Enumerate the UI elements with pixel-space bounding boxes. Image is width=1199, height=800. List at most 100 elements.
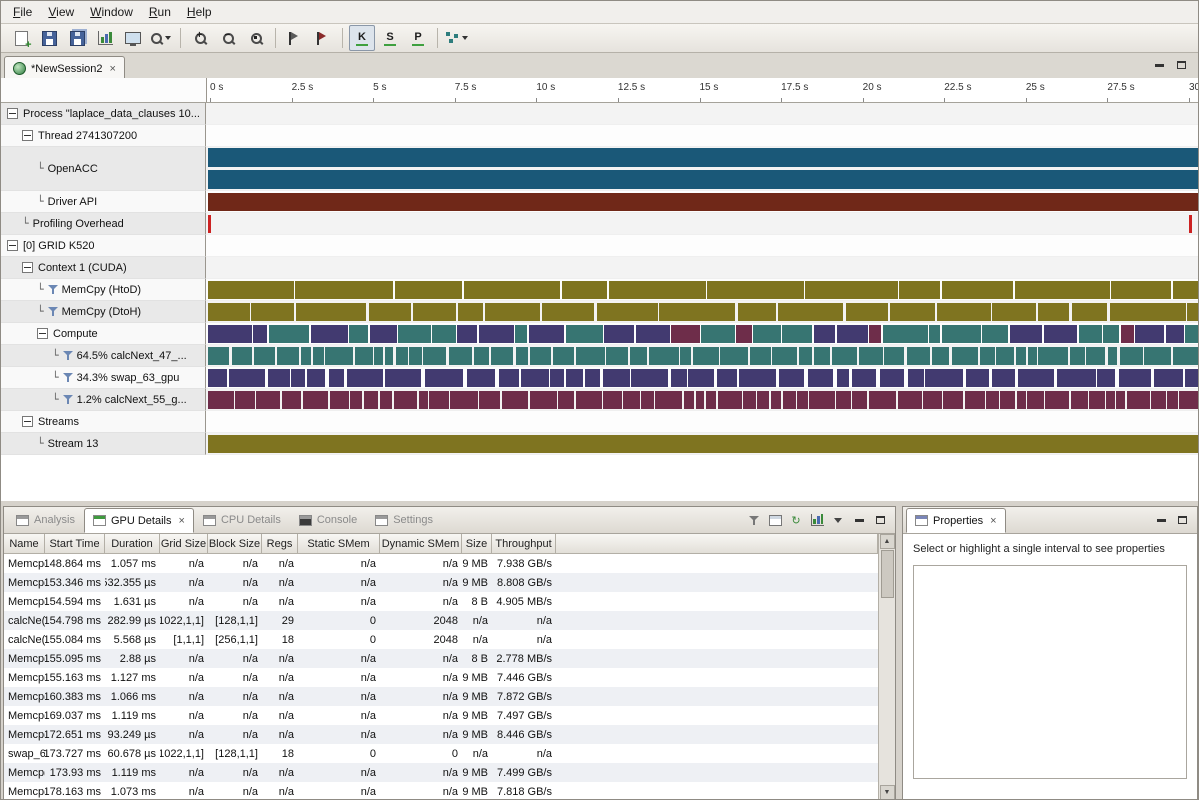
maximize-button[interactable] [1173, 512, 1191, 528]
timeline-interval[interactable] [952, 347, 978, 365]
timeline-interval[interactable] [852, 369, 876, 387]
tree-cell-driver-api[interactable]: └Driver API [1, 191, 206, 213]
timeline-interval[interactable] [1144, 347, 1170, 365]
analysis-button[interactable] [444, 25, 470, 51]
timeline-interval[interactable] [1071, 391, 1087, 409]
collapse-toggle-icon[interactable] [7, 240, 18, 251]
timeline-row-openacc[interactable]: └OpenACC [1, 147, 1199, 191]
timeline-interval[interactable] [1154, 369, 1183, 387]
timeline-interval[interactable] [208, 170, 1198, 189]
column-header-duration[interactable]: Duration [105, 534, 160, 554]
timeline-interval[interactable] [208, 391, 234, 409]
stream-toggle-button[interactable]: S [377, 25, 403, 51]
export-chart-button[interactable] [92, 25, 118, 51]
timeline-interval[interactable] [502, 391, 528, 409]
timeline-interval[interactable] [1151, 391, 1166, 409]
timeline-interval[interactable] [1121, 325, 1134, 343]
timeline-interval[interactable] [1111, 281, 1171, 299]
timeline-interval[interactable] [1010, 325, 1042, 343]
timeline-interval[interactable] [208, 303, 250, 321]
timeline-interval[interactable] [277, 347, 299, 365]
timeline-interval[interactable] [832, 347, 857, 365]
timeline-interval[interactable] [394, 391, 417, 409]
timeline-interval[interactable] [1173, 281, 1199, 299]
timeline-interval[interactable] [783, 391, 796, 409]
column-header-start-time[interactable]: Start Time [45, 534, 105, 554]
tree-cell-34-3-swap-63-gpu[interactable]: └34.3% swap_63_gpu [1, 367, 206, 389]
column-header-throughput[interactable]: Throughput [492, 534, 556, 554]
timeline-interval[interactable] [1173, 347, 1197, 365]
timeline-interval[interactable] [743, 391, 756, 409]
timeline-interval[interactable] [425, 369, 463, 387]
timeline-track[interactable] [206, 411, 1199, 433]
maximize-button[interactable] [871, 512, 889, 528]
timeline-interval[interactable] [251, 303, 294, 321]
timeline-interval[interactable] [1120, 347, 1143, 365]
timeline-interval[interactable] [208, 325, 252, 343]
table-row[interactable]: Memcp(173.93 ms1.119 msn/an/an/an/an/a9 … [4, 763, 878, 782]
timeline-interval[interactable] [1127, 391, 1150, 409]
timeline-interval[interactable] [1079, 325, 1103, 343]
timeline-interval[interactable] [369, 303, 411, 321]
timeline-interval[interactable] [720, 347, 748, 365]
column-header-block-size[interactable]: Block Size [208, 534, 262, 554]
kernel-toggle-button[interactable]: K [349, 25, 375, 51]
timeline-interval[interactable] [296, 303, 367, 321]
timeline-interval[interactable] [1072, 303, 1108, 321]
minimize-button[interactable] [1150, 57, 1168, 73]
screenshot-button[interactable] [120, 25, 146, 51]
timeline-interval[interactable] [232, 347, 252, 365]
timeline-interval[interactable] [852, 391, 867, 409]
timeline-row-context-1-cuda[interactable]: Context 1 (CUDA) [1, 257, 1199, 279]
timeline-interval[interactable] [1044, 325, 1077, 343]
timeline-interval[interactable] [542, 303, 594, 321]
menu-view[interactable]: View [40, 3, 82, 21]
timeline-row-0-grid-k520[interactable]: [0] GRID K520 [1, 235, 1199, 257]
timeline-interval[interactable] [1103, 325, 1119, 343]
close-icon[interactable]: × [179, 515, 185, 527]
timeline-interval[interactable] [385, 369, 421, 387]
timeline-interval[interactable] [521, 369, 549, 387]
timeline-interval[interactable] [295, 281, 393, 299]
timeline-interval[interactable] [380, 391, 393, 409]
timeline-interval[interactable] [659, 303, 735, 321]
timeline-track[interactable] [206, 301, 1199, 323]
timeline-track[interactable] [206, 191, 1199, 213]
process-toggle-button[interactable]: P [405, 25, 431, 51]
timeline-interval[interactable] [808, 369, 834, 387]
minimize-button[interactable] [1152, 512, 1170, 528]
timeline-row-compute[interactable]: Compute [1, 323, 1199, 345]
timeline-interval[interactable] [603, 369, 631, 387]
timeline-interval[interactable] [1027, 391, 1044, 409]
table-row[interactable]: Memcp(153.346 ms532.355 µsn/an/an/an/an/… [4, 573, 878, 592]
timeline-interval[interactable] [846, 303, 888, 321]
timeline-interval[interactable] [1179, 391, 1199, 409]
timeline-interval[interactable] [982, 325, 1007, 343]
timeline-interval[interactable] [515, 325, 527, 343]
timeline-interval[interactable] [609, 281, 706, 299]
timeline-interval[interactable] [706, 391, 716, 409]
timeline-interval[interactable] [718, 391, 742, 409]
collapse-toggle-icon[interactable] [7, 108, 18, 119]
menu-help[interactable]: Help [179, 3, 220, 21]
timeline-interval[interactable] [880, 369, 904, 387]
timeline-interval[interactable] [623, 391, 640, 409]
timeline-interval[interactable] [208, 369, 227, 387]
timeline-interval[interactable] [208, 215, 211, 233]
timeline-interval[interactable] [585, 369, 600, 387]
timeline-interval[interactable] [814, 325, 836, 343]
timeline-interval[interactable] [717, 369, 737, 387]
timeline-interval[interactable] [269, 325, 309, 343]
timeline-row-thread-2741307200[interactable]: Thread 2741307200 [1, 125, 1199, 147]
timeline-interval[interactable] [562, 281, 608, 299]
timeline-interval[interactable] [937, 303, 990, 321]
timeline-interval[interactable] [883, 325, 928, 343]
timeline-interval[interactable] [606, 347, 629, 365]
timeline-interval[interactable] [1028, 347, 1036, 365]
timeline-interval[interactable] [395, 281, 462, 299]
tab-cpu-details[interactable]: CPU Details [194, 508, 290, 532]
filter-icon[interactable] [63, 350, 73, 361]
timeline-interval[interactable] [750, 347, 771, 365]
timeline-interval[interactable] [474, 347, 489, 365]
timeline-interval[interactable] [208, 193, 1198, 211]
